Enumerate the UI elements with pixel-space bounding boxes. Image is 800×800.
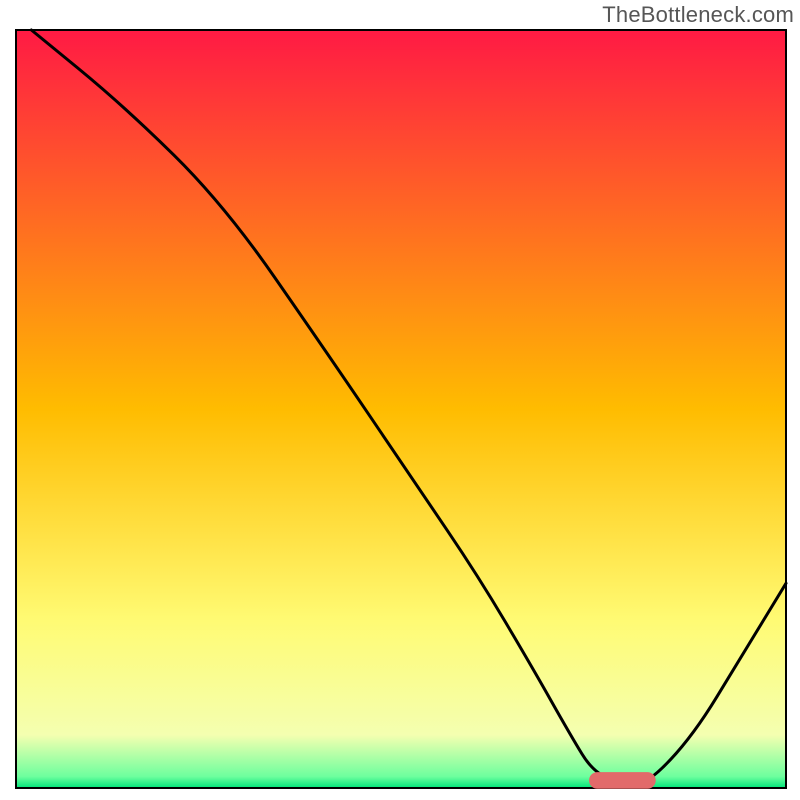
- bottleneck-chart: [0, 0, 800, 800]
- chart-frame: TheBottleneck.com: [0, 0, 800, 800]
- gradient-background: [16, 30, 786, 788]
- watermark-text: TheBottleneck.com: [602, 2, 794, 28]
